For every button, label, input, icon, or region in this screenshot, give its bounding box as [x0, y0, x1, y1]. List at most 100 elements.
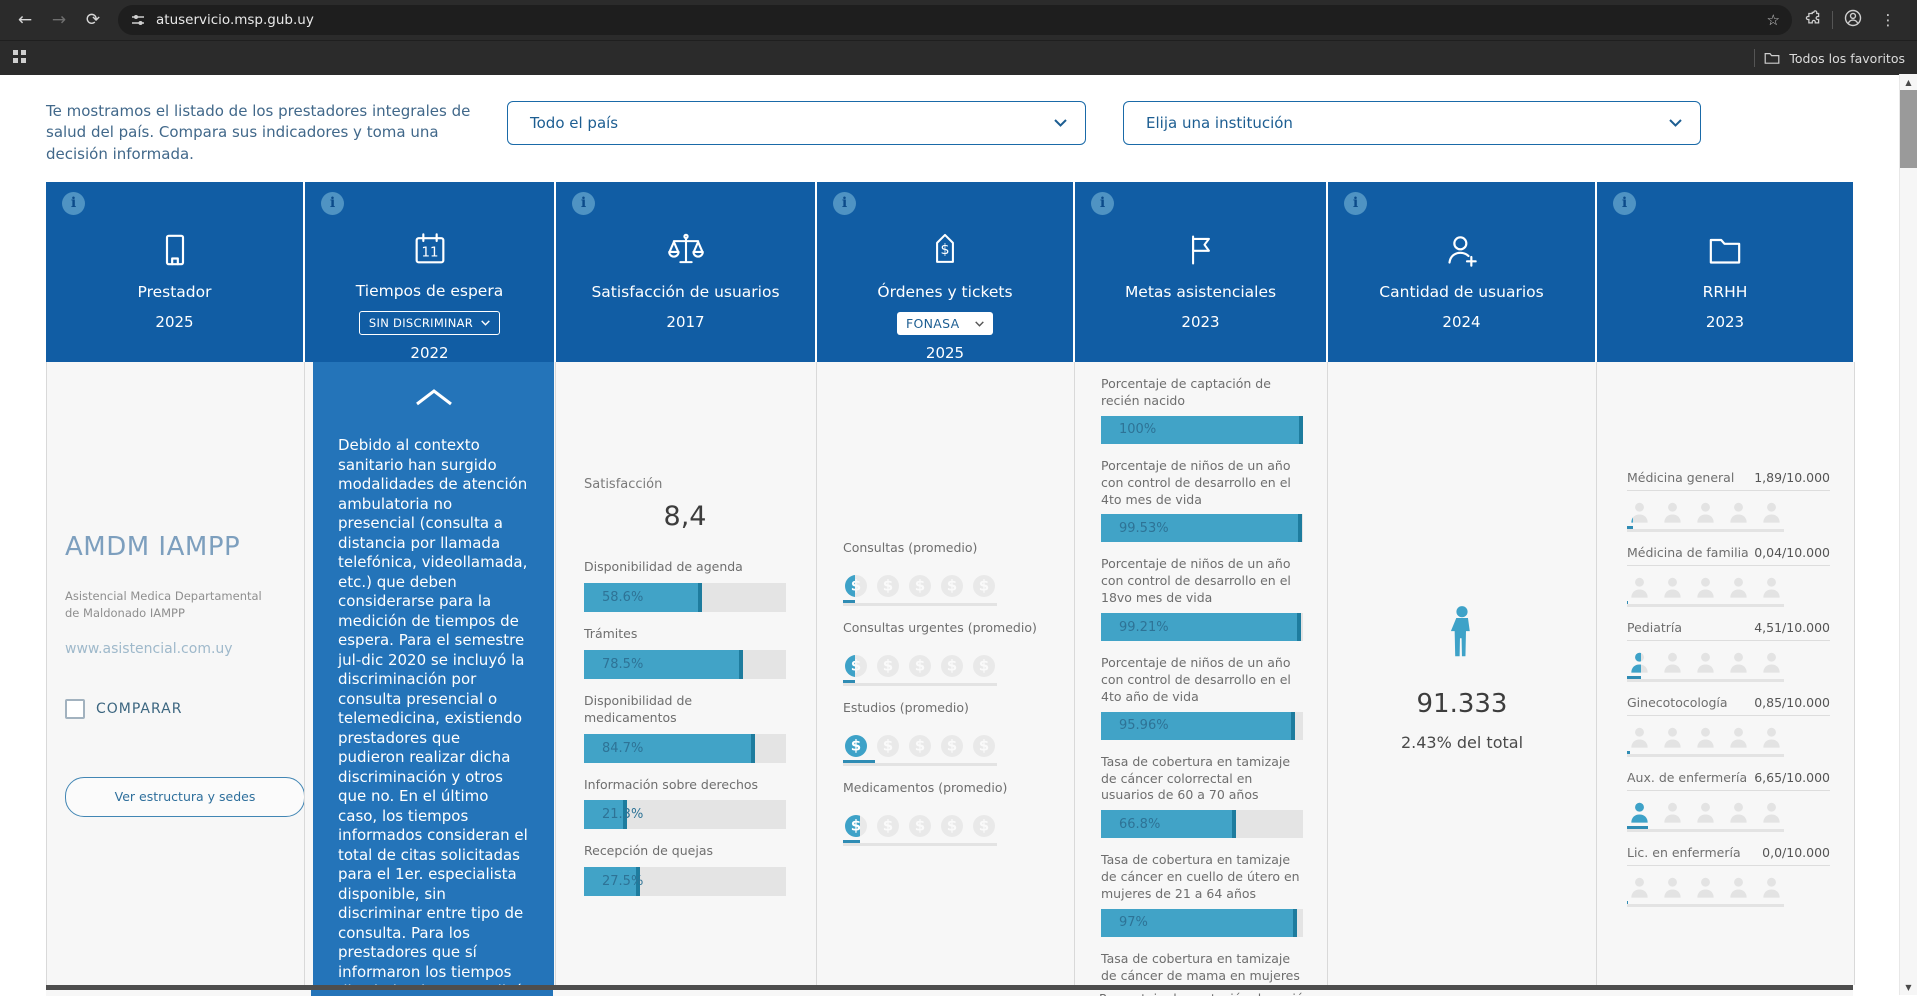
- column-title: Metas asistenciales: [1125, 283, 1276, 301]
- bookmark-star-icon[interactable]: ☆: [1767, 11, 1780, 29]
- chevron-down-icon: [1054, 119, 1067, 127]
- svg-text:$: $: [883, 656, 893, 674]
- bar-row: Información sobre derechos 21.3%: [584, 777, 786, 830]
- provider-website-link[interactable]: www.asistencial.com.uy: [65, 641, 233, 657]
- cell-rrhh: Médicina general1,89/10.000 Médicina de …: [1596, 362, 1854, 985]
- person-rating: [1627, 500, 1784, 532]
- bar-label: Disponibilidad de medicamentos: [584, 693, 786, 727]
- person-rating: [1627, 800, 1784, 832]
- svg-text:$: $: [883, 816, 893, 834]
- structure-button[interactable]: Ver estructura y sedes: [65, 777, 304, 817]
- bar-value: 100%: [1101, 422, 1156, 437]
- tiempos-note-box: [311, 990, 553, 996]
- bar-track: 21.3%: [584, 800, 786, 829]
- bar-label: Información sobre derechos: [584, 777, 786, 794]
- extensions-icon[interactable]: [1804, 9, 1822, 31]
- user-count: 91.333: [1417, 689, 1508, 719]
- region-select[interactable]: Todo el país: [507, 101, 1086, 145]
- info-icon[interactable]: i: [321, 192, 344, 215]
- person-rating: [1627, 575, 1784, 607]
- compare-checkbox[interactable]: [65, 699, 85, 719]
- coin-rating: $$$$$ $$$$$: [843, 653, 997, 686]
- column-year: 2017: [666, 313, 704, 331]
- url-text[interactable]: atuservicio.msp.gub.uy: [156, 12, 1757, 28]
- menu-icon[interactable]: ⋮: [1873, 5, 1903, 35]
- svg-text:$: $: [979, 576, 989, 594]
- info-icon[interactable]: i: [1091, 192, 1114, 215]
- ordenes-label: Medicamentos (promedio): [843, 780, 1048, 797]
- forward-icon[interactable]: →: [44, 5, 74, 35]
- peek-tiempos: [303, 990, 554, 996]
- bar-value: 58.6%: [584, 590, 643, 605]
- cell-usuarios: 91.333 2.43% del total: [1327, 362, 1596, 985]
- flag-icon: [1182, 228, 1220, 270]
- header-usuarios: i Cantidad de usuarios 2024: [1326, 182, 1595, 362]
- svg-text:$: $: [851, 576, 856, 594]
- rrhh-label: Pediatría: [1627, 620, 1682, 635]
- info-icon[interactable]: i: [1344, 192, 1367, 215]
- scrollbar-thumb[interactable]: [1900, 90, 1917, 168]
- bar-label: Tasa de cobertura en tamizaje de cáncer …: [1101, 951, 1303, 985]
- scroll-up-icon[interactable]: ▲: [1900, 74, 1917, 90]
- compare-control[interactable]: COMPARAR: [65, 699, 282, 719]
- person-rating-fill: [1627, 500, 1633, 529]
- rrhh-label: Ginecotocología: [1627, 695, 1728, 710]
- satisfaction-score: 8,4: [584, 501, 786, 532]
- bar-value: 78.5%: [584, 657, 643, 672]
- reload-icon[interactable]: ⟳: [78, 5, 108, 35]
- institution-select[interactable]: Elija una institución: [1123, 101, 1701, 145]
- svg-text:$: $: [979, 816, 989, 834]
- all-bookmarks[interactable]: Todos los favoritos: [1754, 49, 1905, 67]
- scales-icon: [665, 228, 707, 270]
- back-icon[interactable]: ←: [10, 5, 40, 35]
- fonasa-dropdown-value: FONASA: [906, 316, 959, 331]
- info-icon[interactable]: i: [833, 192, 856, 215]
- header-ordenes: i $ Órdenes y tickets FONASA 2025: [815, 182, 1073, 362]
- bar-label: Trámites: [584, 626, 786, 643]
- svg-text:$: $: [851, 736, 861, 754]
- person-add-icon: [1442, 228, 1482, 270]
- scroll-down-icon[interactable]: ▼: [1900, 979, 1917, 995]
- provider-full-name: Asistencial Medica Departamental de Mald…: [65, 588, 265, 623]
- svg-text:$: $: [940, 242, 949, 258]
- rrhh-rate: 1,89/10.000: [1754, 470, 1830, 485]
- person-rating: [1627, 725, 1784, 757]
- fonasa-dropdown[interactable]: FONASA: [897, 312, 993, 335]
- bar-fill: 78.5%: [584, 650, 743, 679]
- calendar-icon: 11: [410, 228, 450, 269]
- peek-prestador: [46, 990, 303, 996]
- person-icon: [1445, 605, 1479, 667]
- rrhh-label: Lic. en enfermería: [1627, 845, 1741, 860]
- tiempos-note-text: Debido al contexto sanitario han surgido…: [338, 436, 529, 985]
- header-rrhh: i RRHH 2023: [1595, 182, 1853, 362]
- info-icon[interactable]: i: [62, 192, 85, 215]
- person-rating-fill: [1627, 800, 1648, 829]
- ordenes-label: Consultas urgentes (promedio): [843, 620, 1048, 637]
- compare-label: COMPARAR: [96, 701, 182, 717]
- rrhh-label: Médicina general: [1627, 470, 1734, 485]
- bar-row: Disponibilidad de agenda 58.6%: [584, 559, 786, 612]
- ordenes-row: Consultas (promedio) $$$$$ $$$$$: [843, 540, 1048, 606]
- bar-value: 84.7%: [584, 741, 643, 756]
- provider-row: AMDM IAMPP Asistencial Medica Departamen…: [46, 362, 1855, 985]
- vertical-scrollbar[interactable]: ▲ ▼: [1899, 74, 1917, 995]
- site-settings-icon[interactable]: [130, 12, 146, 28]
- meta-row: Tasa de cobertura en tamizaje de cáncer …: [1101, 951, 1303, 985]
- bookmarks-bar: Todos los favoritos: [0, 40, 1917, 75]
- chevron-up-icon[interactable]: [338, 388, 529, 410]
- tiempos-dropdown[interactable]: SIN DISCRIMINAR: [359, 311, 500, 335]
- bar-fill: 97%: [1101, 909, 1297, 937]
- header-prestador: i Prestador 2025: [46, 182, 303, 362]
- info-icon[interactable]: i: [572, 192, 595, 215]
- bar-track: 66.8%: [1101, 810, 1303, 838]
- peek-usuarios: [1326, 990, 1595, 996]
- all-bookmarks-label: Todos los favoritos: [1789, 51, 1905, 66]
- rrhh-row: Pediatría4,51/10.000: [1627, 620, 1830, 682]
- header-metas: i Metas asistenciales 2023: [1073, 182, 1326, 362]
- info-icon[interactable]: i: [1613, 192, 1636, 215]
- profile-icon[interactable]: [1843, 8, 1863, 32]
- rrhh-row: Aux. de enfermería6,65/10.000: [1627, 770, 1830, 832]
- url-bar[interactable]: atuservicio.msp.gub.uy ☆: [118, 5, 1792, 35]
- apps-grid-icon[interactable]: [12, 49, 27, 68]
- peek-satisfaccion: [554, 990, 815, 996]
